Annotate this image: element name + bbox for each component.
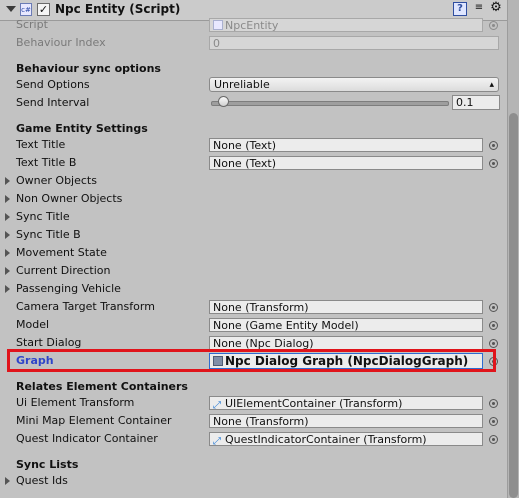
foldout-current-direction[interactable]: Current Direction xyxy=(16,263,111,279)
quest-indicator-container-label: Quest Indicator Container xyxy=(16,432,158,445)
send-interval-slider-track[interactable] xyxy=(211,101,449,106)
script-field: NpcEntity xyxy=(209,18,483,32)
object-picker-icon[interactable] xyxy=(489,435,498,444)
behaviour-index-field: 0 xyxy=(209,36,499,50)
foldout-passenging-vehicle[interactable]: Passenging Vehicle xyxy=(16,281,121,297)
foldout-owner-objects[interactable]: Owner Objects xyxy=(16,173,97,189)
dropdown-arrow-icon: ▴ xyxy=(489,80,494,90)
send-interval-slider-thumb[interactable] xyxy=(218,96,229,107)
ui-element-transform-field[interactable]: ⤢ UIElementContainer (Transform) xyxy=(209,396,483,410)
foldout-non-owner-objects[interactable]: Non Owner Objects xyxy=(16,191,122,207)
quest-indicator-container-field[interactable]: ⤢ QuestIndicatorContainer (Transform) xyxy=(209,432,483,446)
cs-script-icon xyxy=(213,20,223,30)
highlight-box xyxy=(7,349,496,372)
section-relates-element-containers: Relates Element Containers xyxy=(16,380,188,393)
foldout-quest-ids[interactable]: Quest Ids xyxy=(16,473,68,489)
foldout-arrow-icon[interactable] xyxy=(5,195,10,203)
text-title-field[interactable]: None (Text) xyxy=(209,138,483,152)
text-title-b-field[interactable]: None (Text) xyxy=(209,156,483,170)
camera-target-label: Camera Target Transform xyxy=(16,300,155,313)
object-picker-icon[interactable] xyxy=(489,399,498,408)
object-picker-icon[interactable] xyxy=(489,339,498,348)
transform-icon: ⤢ xyxy=(213,400,221,410)
component-enabled-checkbox[interactable]: ✓ xyxy=(37,3,50,16)
foldout-sync-title[interactable]: Sync Title xyxy=(16,209,70,225)
foldout-arrow-icon[interactable] xyxy=(5,267,10,275)
quest-indicator-container-value: QuestIndicatorContainer (Transform) xyxy=(225,433,427,446)
component-foldout-arrow[interactable] xyxy=(6,6,16,12)
send-interval-label: Send Interval xyxy=(16,96,90,109)
mini-map-container-label: Mini Map Element Container xyxy=(16,414,172,427)
foldout-arrow-icon[interactable] xyxy=(5,285,10,293)
help-icon[interactable]: ? xyxy=(453,2,467,16)
scrollbar-thumb[interactable] xyxy=(509,113,518,498)
section-game-entity-settings: Game Entity Settings xyxy=(16,122,148,135)
object-picker-icon[interactable] xyxy=(489,141,498,150)
send-interval-value[interactable]: 0.1 xyxy=(452,95,500,110)
foldout-sync-title-b[interactable]: Sync Title B xyxy=(16,227,81,243)
section-sync-lists: Sync Lists xyxy=(16,458,79,471)
send-options-dropdown[interactable]: Unreliable ▴ xyxy=(209,77,499,92)
gear-icon[interactable]: ⚙ xyxy=(489,1,503,16)
settings-sliders-icon[interactable]: ≡ xyxy=(472,2,486,16)
transform-icon: ⤢ xyxy=(213,436,221,446)
ui-element-transform-label: Ui Element Transform xyxy=(16,396,135,409)
script-label: Script xyxy=(16,18,48,31)
model-field[interactable]: None (Game Entity Model) xyxy=(209,318,483,332)
component-title: Npc Entity (Script) xyxy=(55,2,181,16)
foldout-arrow-icon[interactable] xyxy=(5,477,10,485)
script-value: NpcEntity xyxy=(225,19,279,32)
behaviour-index-label: Behaviour Index xyxy=(16,36,106,49)
object-picker-icon[interactable] xyxy=(489,159,498,168)
foldout-movement-state[interactable]: Movement State xyxy=(16,245,107,261)
object-picker-icon xyxy=(489,21,498,30)
cs-script-icon: c# xyxy=(20,3,32,16)
object-picker-icon[interactable] xyxy=(489,303,498,312)
text-title-b-label: Text Title B xyxy=(16,156,77,169)
foldout-arrow-icon[interactable] xyxy=(5,249,10,257)
start-dialog-field[interactable]: None (Npc Dialog) xyxy=(209,336,483,350)
mini-map-container-field[interactable]: None (Transform) xyxy=(209,414,483,428)
send-options-label: Send Options xyxy=(16,78,90,91)
camera-target-field[interactable]: None (Transform) xyxy=(209,300,483,314)
foldout-arrow-icon[interactable] xyxy=(5,177,10,185)
ui-element-transform-value: UIElementContainer (Transform) xyxy=(225,397,403,410)
object-picker-icon[interactable] xyxy=(489,321,498,330)
foldout-arrow-icon[interactable] xyxy=(5,213,10,221)
model-label: Model xyxy=(16,318,50,331)
section-behaviour-sync: Behaviour sync options xyxy=(16,62,161,75)
text-title-label: Text Title xyxy=(16,138,66,151)
object-picker-icon[interactable] xyxy=(489,417,498,426)
foldout-arrow-icon[interactable] xyxy=(5,231,10,239)
send-options-value: Unreliable xyxy=(214,78,270,91)
